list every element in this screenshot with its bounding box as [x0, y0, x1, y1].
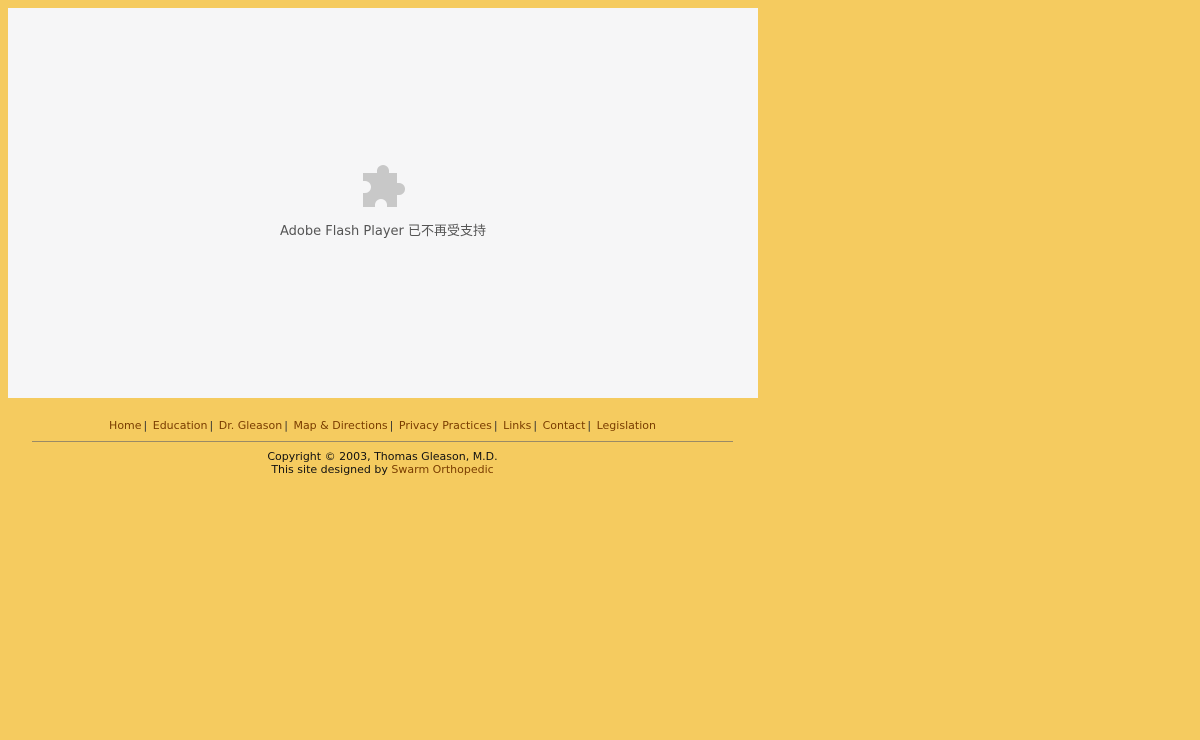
footer-divider [32, 441, 733, 442]
designer-credit: This site designed by Swarm Orthopedic [32, 463, 733, 476]
nav-link-links[interactable]: Links [503, 419, 531, 432]
site-footer: Copyright © 2003, Thomas Gleason, M.D. T… [32, 450, 733, 476]
nav-link-dr-gleason[interactable]: Dr. Gleason [219, 419, 283, 432]
footer-navigation: Home | Education | Dr. Gleason | Map & Dire… [32, 419, 733, 432]
nav-separator: | [493, 419, 498, 432]
nav-separator: | [143, 419, 148, 432]
designer-credit-prefix: This site designed by [271, 463, 388, 476]
copyright-text: Copyright © 2003, Thomas Gleason, M.D. [267, 450, 498, 463]
nav-separator: | [533, 419, 538, 432]
nav-link-map-directions[interactable]: Map & Directions [293, 419, 387, 432]
nav-link-home[interactable]: Home [109, 419, 141, 432]
nav-link-contact[interactable]: Contact [543, 419, 586, 432]
nav-separator: | [284, 419, 288, 432]
nav-link-privacy-practices[interactable]: Privacy Practices [399, 419, 492, 432]
puzzle-piece-icon [363, 165, 405, 207]
nav-link-education[interactable]: Education [153, 419, 208, 432]
nav-separator: | [587, 419, 592, 432]
nav-link-legislation[interactable]: Legislation [597, 419, 656, 432]
designer-link[interactable]: Swarm Orthopedic [391, 463, 493, 476]
flash-unsupported-message: Adobe Flash Player 已不再受支持 [279, 224, 487, 239]
nav-separator: | [389, 419, 394, 432]
nav-separator: | [209, 419, 214, 432]
